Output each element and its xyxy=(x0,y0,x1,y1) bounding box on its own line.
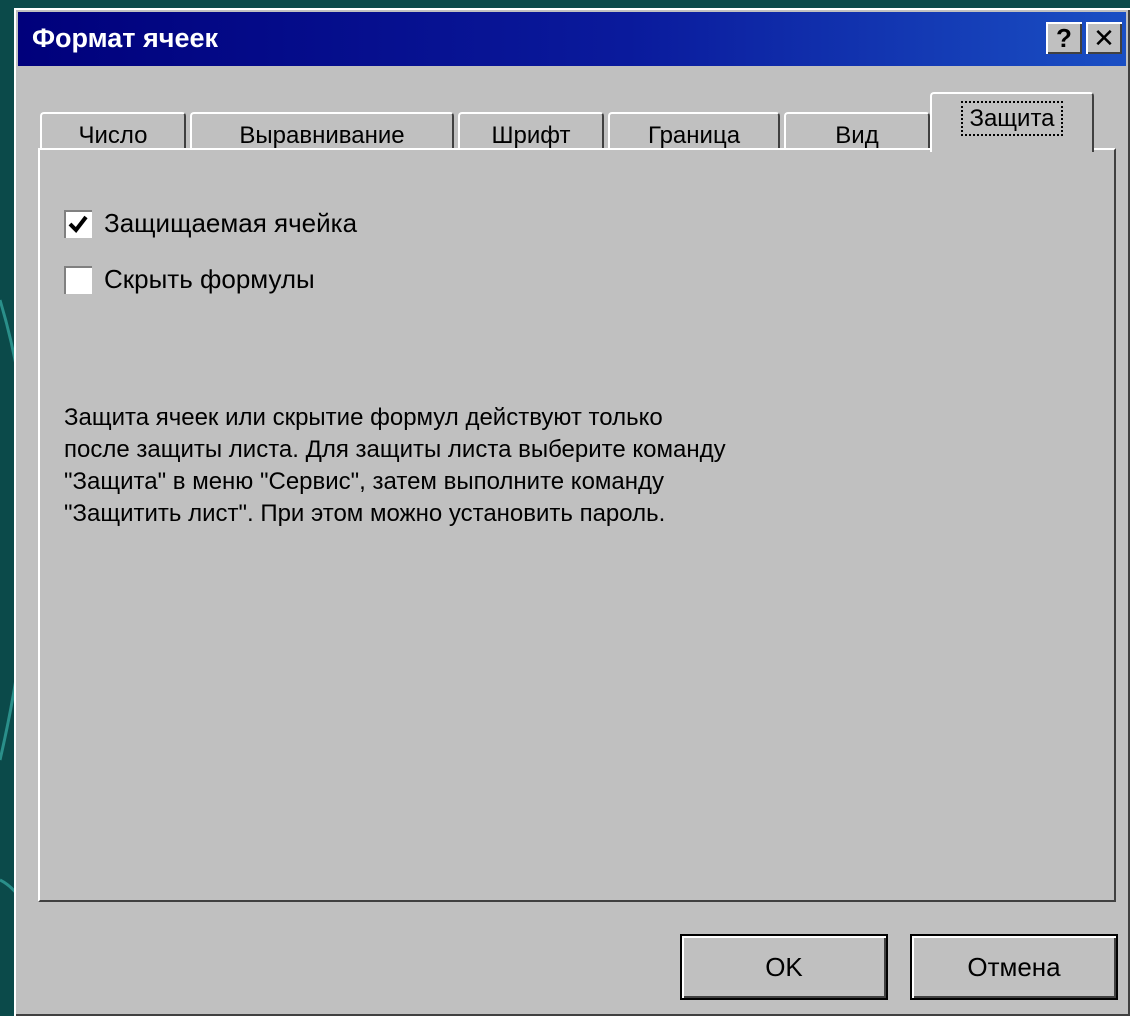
tab-label: Шрифт xyxy=(491,122,571,149)
format-cells-dialog: Формат ячеек ? ✕ Число Выравнивание Шриф… xyxy=(14,8,1130,1016)
hidden-checkbox[interactable] xyxy=(64,265,92,294)
close-button[interactable]: ✕ xyxy=(1086,22,1122,54)
ok-button[interactable]: OK xyxy=(682,936,886,998)
locked-checkbox[interactable] xyxy=(64,209,92,238)
locked-label: Защищаемая ячейка xyxy=(104,208,358,238)
help-button[interactable]: ? xyxy=(1046,22,1082,54)
checkmark-icon xyxy=(68,215,88,233)
cancel-button[interactable]: Отмена xyxy=(912,936,1116,998)
protection-info-text: Защита ячеек или скрытие формул действую… xyxy=(64,402,1084,530)
locked-checkbox-row[interactable]: Защищаемая ячейка xyxy=(64,208,357,239)
title-bar[interactable]: Формат ячеек ? ✕ xyxy=(18,12,1126,66)
tab-label: Граница xyxy=(647,122,741,149)
dialog-title: Формат ячеек xyxy=(32,23,219,53)
tab-label: Вид xyxy=(835,122,879,149)
hidden-label: Скрыть формулы xyxy=(104,264,315,294)
tab-label: Выравнивание xyxy=(239,122,405,149)
protection-panel: Защищаемая ячейка Скрыть формулы Защита … xyxy=(38,148,1116,902)
info-line: "Защита" в меню "Сервис", затем выполнит… xyxy=(64,468,665,495)
tab-label: Число xyxy=(78,122,148,149)
tab-protection[interactable]: Защита xyxy=(930,92,1094,152)
info-line: после защиты листа. Для защиты листа выб… xyxy=(64,436,726,463)
hidden-checkbox-row[interactable]: Скрыть формулы xyxy=(64,264,315,295)
tab-label: Защита xyxy=(961,101,1063,136)
info-line: "Защитить лист". При этом можно установи… xyxy=(64,500,666,527)
info-line: Защита ячеек или скрытие формул действую… xyxy=(64,404,663,431)
